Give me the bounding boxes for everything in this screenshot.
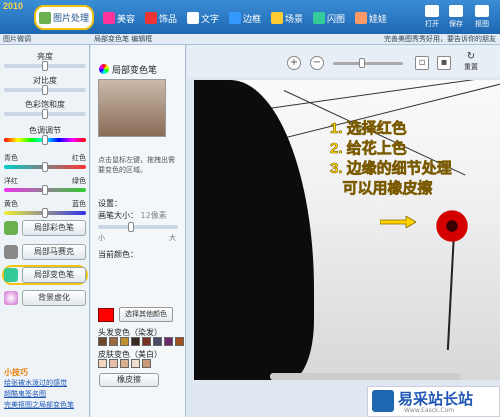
current-color-swatch[interactable] xyxy=(98,308,114,322)
panel-title-middle: 局部变色笔 编辑框 xyxy=(94,35,153,43)
magenta-green-slider[interactable]: 洋红 绿色 xyxy=(4,176,86,195)
promo-text[interactable]: 完善美图秀秀好用，要告诉你的朋友 xyxy=(384,34,496,44)
instruction-annotation: 1. 选择红色 2. 给花上色 3. 边缘的细节处理 可以用橡皮擦 xyxy=(330,120,452,198)
frame-icon xyxy=(229,12,241,24)
picture-edit-icon xyxy=(39,11,51,24)
sub-header: 图片微调 局部变色笔 编辑框 完善美图秀秀好用，要告诉你的朋友 xyxy=(0,34,500,45)
tab-picture-edit[interactable]: 图片处理 xyxy=(34,5,95,30)
save-button[interactable]: 保存 xyxy=(444,5,468,29)
size-small-label: 小 xyxy=(98,234,105,242)
settings-label: 设置： xyxy=(98,199,122,208)
silhouette-figure xyxy=(194,80,314,380)
tips-title: 小技巧 xyxy=(4,368,28,377)
app-logo: 2010 xyxy=(3,1,24,11)
arrow-icon xyxy=(380,216,416,228)
canvas-toolbar: + − ▫ ▪ ↻ 重置 xyxy=(187,45,500,77)
contrast-slider[interactable]: 对比度 xyxy=(4,75,86,95)
flower-stem xyxy=(446,230,456,350)
tool-title: 局部变色笔 xyxy=(99,63,157,76)
panel-title-left: 图片微调 xyxy=(3,35,31,43)
scene-icon xyxy=(271,12,283,24)
background-blur-button[interactable]: 背景虚化 xyxy=(4,289,86,307)
red-flower xyxy=(432,206,472,246)
pen-size-slider[interactable] xyxy=(98,222,178,232)
tool-panel: 局部变色笔 点击鼠标左键，拖拽出需要变色的区域。 设置： 画笔大小： 12像素 … xyxy=(91,45,186,417)
pen-size-label: 画笔大小： 12像素 xyxy=(98,211,167,220)
tip-link-2[interactable]: 超酷鬼签名图 xyxy=(4,389,74,400)
open-icon xyxy=(425,5,439,17)
saturation-slider[interactable]: 色彩饱和度 xyxy=(4,99,86,119)
size-big-label: 大 xyxy=(169,234,176,242)
local-mosaic-button[interactable]: 局部马赛克 xyxy=(4,243,86,261)
save-icon xyxy=(449,5,463,17)
tab-frame[interactable]: 边框 xyxy=(226,7,264,29)
recolor-icon xyxy=(4,268,18,282)
skin-swatches[interactable] xyxy=(98,359,151,368)
tool-description: 点击鼠标左键，拖拽出需要变色的区域。 xyxy=(98,156,175,174)
local-color-pen-button[interactable]: 局部彩色笔 xyxy=(4,219,86,237)
example-thumbnail xyxy=(98,79,166,137)
hair-swatches[interactable] xyxy=(98,337,184,346)
local-recolor-pen-button[interactable]: 局部变色笔 xyxy=(2,265,88,285)
current-color-label: 当前颜色： xyxy=(98,250,138,259)
cyan-red-slider[interactable]: 青色 红色 xyxy=(4,153,86,172)
mosaic-icon xyxy=(4,245,18,259)
top-toolbar: 2010 图片处理 美容 饰品 文字 边框 场景 闪图 娃娃 打开 保存 抠图 xyxy=(0,0,500,34)
eraser-button[interactable]: 橡皮擦 xyxy=(99,373,159,387)
tab-ornament[interactable]: 饰品 xyxy=(142,7,180,29)
reset-icon: ↻ xyxy=(466,51,476,62)
zoom-slider[interactable] xyxy=(333,58,403,68)
zoom-out-icon[interactable]: − xyxy=(310,56,324,70)
tip-link-3[interactable]: 完美抠图之局部变色笔 xyxy=(4,400,74,411)
text-icon xyxy=(187,12,199,24)
hue-slider[interactable]: 色调调节 xyxy=(4,125,86,145)
blur-icon xyxy=(4,291,18,305)
beauty-icon xyxy=(103,12,115,24)
yellow-blue-slider[interactable]: 黄色 蓝色 xyxy=(4,199,86,218)
open-button[interactable]: 打开 xyxy=(420,5,444,29)
zoom-in-icon[interactable]: + xyxy=(287,56,301,70)
tab-beauty[interactable]: 美容 xyxy=(100,7,138,29)
tab-doll[interactable]: 娃娃 xyxy=(352,7,390,29)
cutout-icon xyxy=(475,5,489,17)
color-wheel-icon xyxy=(99,64,109,74)
brightness-slider[interactable]: 亮度 xyxy=(4,51,86,71)
choose-color-button[interactable]: 选择其他颜色 xyxy=(119,307,173,322)
heart-icon xyxy=(145,12,157,24)
tab-flash[interactable]: 闪图 xyxy=(310,7,348,29)
horizontal-scrollbar[interactable] xyxy=(270,373,460,380)
fit-window-icon[interactable]: ▫ xyxy=(415,56,429,70)
adjust-sidebar: 亮度 对比度 色彩饱和度 色调调节 青色 红色 洋红 绿色 黄色 蓝色 局部彩色笔 局… xyxy=(0,45,90,417)
actual-size-icon[interactable]: ▪ xyxy=(437,56,451,70)
cutout-button[interactable]: 抠图 xyxy=(470,5,494,29)
brush-icon xyxy=(4,221,18,235)
flash-icon xyxy=(313,12,325,24)
tip-link-1[interactable]: 给张被水泼过的感觉 xyxy=(4,378,74,389)
site-logo-icon xyxy=(372,390,394,412)
reset-button[interactable]: ↻ 重置 xyxy=(459,51,483,73)
tips-section: 小技巧 给张被水泼过的感觉 超酷鬼签名图 完美抠图之局部变色笔 xyxy=(4,367,74,411)
doll-icon xyxy=(355,12,367,24)
photo-canvas[interactable]: 1. 选择红色 2. 给花上色 3. 边缘的细节处理 可以用橡皮擦 xyxy=(194,80,500,380)
tab-text[interactable]: 文字 xyxy=(184,7,222,29)
watermark-logo: 易采站长站 Www.Easck.Com xyxy=(367,386,500,417)
tab-scene[interactable]: 场景 xyxy=(268,7,306,29)
